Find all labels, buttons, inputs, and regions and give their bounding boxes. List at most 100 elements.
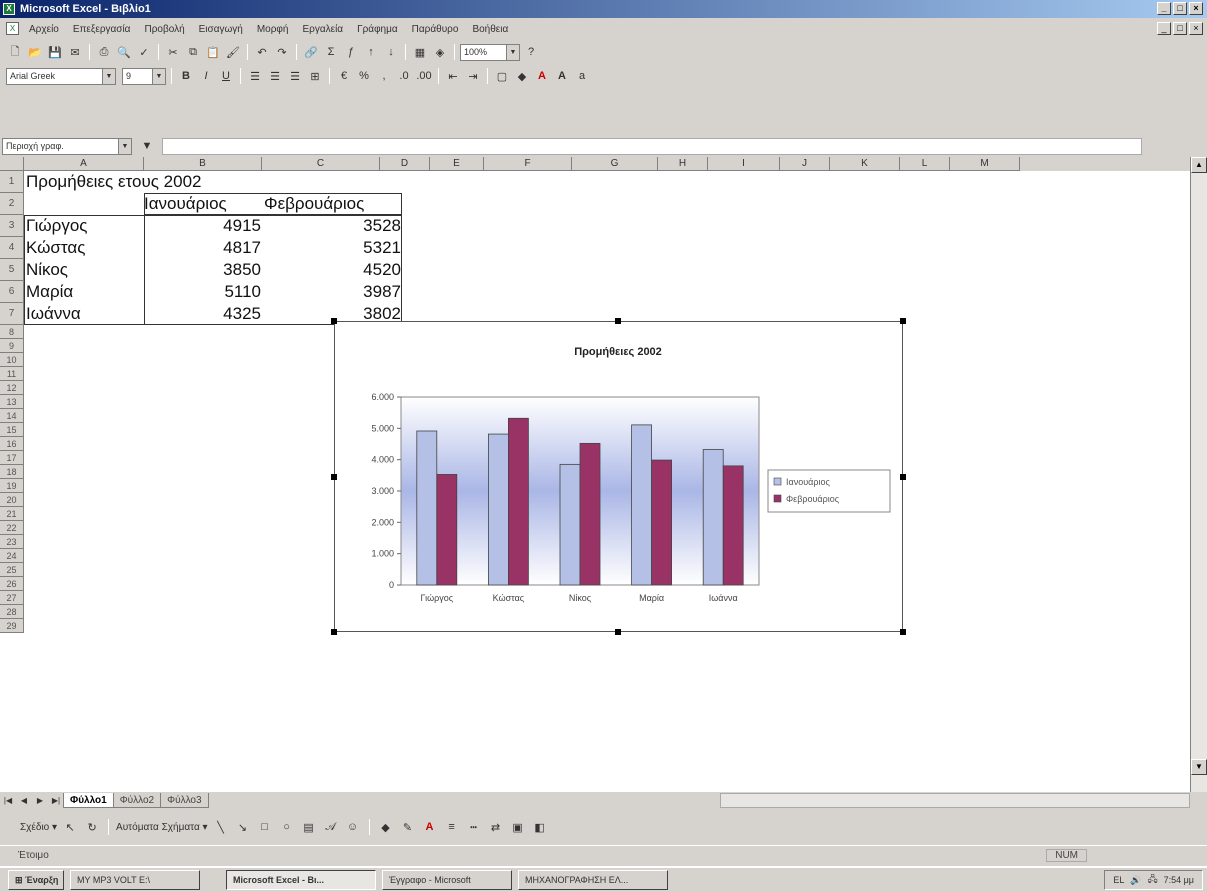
- legend-label[interactable]: Φεβρουάριος: [786, 494, 840, 504]
- print-icon[interactable]: ⎙: [95, 43, 113, 61]
- font-name-select[interactable]: Arial Greek ▼: [6, 67, 116, 85]
- column-header-b[interactable]: B: [144, 157, 262, 171]
- percent-icon[interactable]: %: [355, 67, 373, 85]
- row-header-5[interactable]: 5: [0, 259, 24, 281]
- row-header-25[interactable]: 25: [0, 563, 24, 577]
- menu-insert[interactable]: Εισαγωγή: [196, 23, 246, 36]
- menu-help[interactable]: Βοήθεια: [469, 23, 511, 36]
- clipart-icon[interactable]: ☺: [344, 818, 362, 836]
- dash-style-icon[interactable]: ┅: [465, 818, 483, 836]
- align-center-icon[interactable]: ☰: [266, 67, 284, 85]
- bar-january[interactable]: [416, 430, 438, 586]
- resize-handle[interactable]: [900, 318, 906, 324]
- row-header-15[interactable]: 15: [0, 423, 24, 437]
- row-header-1[interactable]: 1: [0, 171, 24, 193]
- increase-decimal-icon[interactable]: .0: [395, 67, 413, 85]
- oval-icon[interactable]: ○: [278, 818, 296, 836]
- menu-edit[interactable]: Επεξεργασία: [70, 23, 134, 36]
- spelling-icon[interactable]: ✓: [135, 43, 153, 61]
- row-header-17[interactable]: 17: [0, 451, 24, 465]
- column-header-d[interactable]: D: [380, 157, 430, 171]
- chart-canvas[interactable]: Προμήθειες 2002 0 1.000 2.000 3.000 4.000 5.00…: [335, 322, 902, 631]
- bar-february[interactable]: [722, 465, 744, 586]
- zoom-select[interactable]: 100% ▼: [460, 43, 520, 61]
- copy-icon[interactable]: ⧉: [184, 43, 202, 61]
- shadow-icon[interactable]: ▣: [509, 818, 527, 836]
- column-header-g[interactable]: G: [572, 157, 658, 171]
- chevron-down-icon[interactable]: ▼: [118, 138, 131, 154]
- chart-wizard-icon[interactable]: ▦: [411, 43, 429, 61]
- draw-menu-button[interactable]: Σχέδιο ▾: [20, 822, 57, 833]
- sheet-title-cell[interactable]: Προμήθειες ετους 2002: [26, 171, 202, 193]
- bar-february[interactable]: [436, 474, 458, 586]
- wordart-icon[interactable]: 𝒜: [322, 818, 340, 836]
- column-header-c[interactable]: C: [262, 157, 380, 171]
- next-sheet-icon[interactable]: ▶: [32, 794, 48, 808]
- chevron-down-icon[interactable]: ▼: [102, 68, 115, 84]
- legend-swatch[interactable]: [773, 494, 782, 503]
- x-tick-label[interactable]: Μαρία: [639, 593, 664, 603]
- vertical-scrollbar[interactable]: ▲ ▼: [1190, 157, 1207, 792]
- row-header-29[interactable]: 29: [0, 619, 24, 633]
- print-preview-icon[interactable]: 🔍: [115, 43, 133, 61]
- row-header-3[interactable]: 3: [0, 215, 24, 237]
- embedded-chart[interactable]: Προμήθειες 2002 0 1.000 2.000 3.000 4.000 5.00…: [331, 318, 906, 635]
- column-header-f[interactable]: F: [484, 157, 572, 171]
- chevron-down-icon[interactable]: ▼: [152, 68, 165, 84]
- row-header-19[interactable]: 19: [0, 479, 24, 493]
- shrink-font-icon[interactable]: a: [573, 67, 591, 85]
- row-header-23[interactable]: 23: [0, 535, 24, 549]
- row-header-10[interactable]: 10: [0, 353, 24, 367]
- bar-february[interactable]: [507, 417, 529, 586]
- x-tick-label[interactable]: Νίκος: [569, 593, 592, 603]
- email-icon[interactable]: ✉: [66, 43, 84, 61]
- column-header-j[interactable]: J: [780, 157, 830, 171]
- workbook-icon[interactable]: X: [6, 22, 19, 35]
- 3d-icon[interactable]: ◧: [531, 818, 549, 836]
- close-button[interactable]: ×: [1189, 2, 1203, 15]
- column-header-l[interactable]: L: [900, 157, 950, 171]
- x-tick-label[interactable]: Ιωάννα: [709, 593, 738, 603]
- new-file-icon[interactable]: 🗋: [6, 43, 24, 61]
- rotate-icon[interactable]: ↻: [83, 818, 101, 836]
- row-header-2[interactable]: 2: [0, 193, 24, 215]
- column-header-e[interactable]: E: [430, 157, 484, 171]
- minimize-button[interactable]: _: [1157, 2, 1171, 15]
- legend-label[interactable]: Ιανουάριος: [786, 477, 830, 487]
- row-header-6[interactable]: 6: [0, 281, 24, 303]
- comma-style-icon[interactable]: ,: [375, 67, 393, 85]
- align-right-icon[interactable]: ☰: [286, 67, 304, 85]
- formula-input[interactable]: [162, 137, 1142, 155]
- name-box[interactable]: Περιοχή γραφ. ▼: [2, 137, 132, 155]
- x-tick-label[interactable]: Κώστας: [493, 593, 525, 603]
- row-header-8[interactable]: 8: [0, 325, 24, 339]
- doc-close-button[interactable]: ×: [1189, 22, 1203, 35]
- language-icon[interactable]: EL: [1113, 875, 1124, 885]
- chevron-down-icon[interactable]: ▼: [506, 44, 519, 60]
- bar-january[interactable]: [559, 463, 581, 586]
- resize-handle[interactable]: [331, 474, 337, 480]
- help-icon[interactable]: ?: [522, 43, 540, 61]
- drawing-icon[interactable]: ◈: [431, 43, 449, 61]
- row-header-9[interactable]: 9: [0, 339, 24, 353]
- merge-center-icon[interactable]: ⊞: [306, 67, 324, 85]
- scroll-up-icon[interactable]: ▲: [1191, 157, 1207, 173]
- doc-minimize-button[interactable]: _: [1157, 22, 1171, 35]
- undo-icon[interactable]: ↶: [253, 43, 271, 61]
- first-sheet-icon[interactable]: |◀: [0, 794, 16, 808]
- network-icon[interactable]: 🖧: [1148, 872, 1158, 888]
- italic-icon[interactable]: I: [197, 67, 215, 85]
- row-header-21[interactable]: 21: [0, 507, 24, 521]
- prev-sheet-icon[interactable]: ◀: [16, 794, 32, 808]
- resize-handle[interactable]: [331, 318, 337, 324]
- bar-january[interactable]: [631, 424, 653, 586]
- menu-format[interactable]: Μορφή: [254, 23, 292, 36]
- horizontal-scrollbar[interactable]: [720, 793, 1190, 808]
- align-left-icon[interactable]: ☰: [246, 67, 264, 85]
- column-header-a[interactable]: A: [24, 157, 144, 171]
- cut-icon[interactable]: ✂: [164, 43, 182, 61]
- y-tick-label[interactable]: 0: [389, 580, 394, 590]
- arrow-icon[interactable]: ↘: [234, 818, 252, 836]
- sort-descending-icon[interactable]: ↓: [382, 43, 400, 61]
- column-header-i[interactable]: I: [708, 157, 780, 171]
